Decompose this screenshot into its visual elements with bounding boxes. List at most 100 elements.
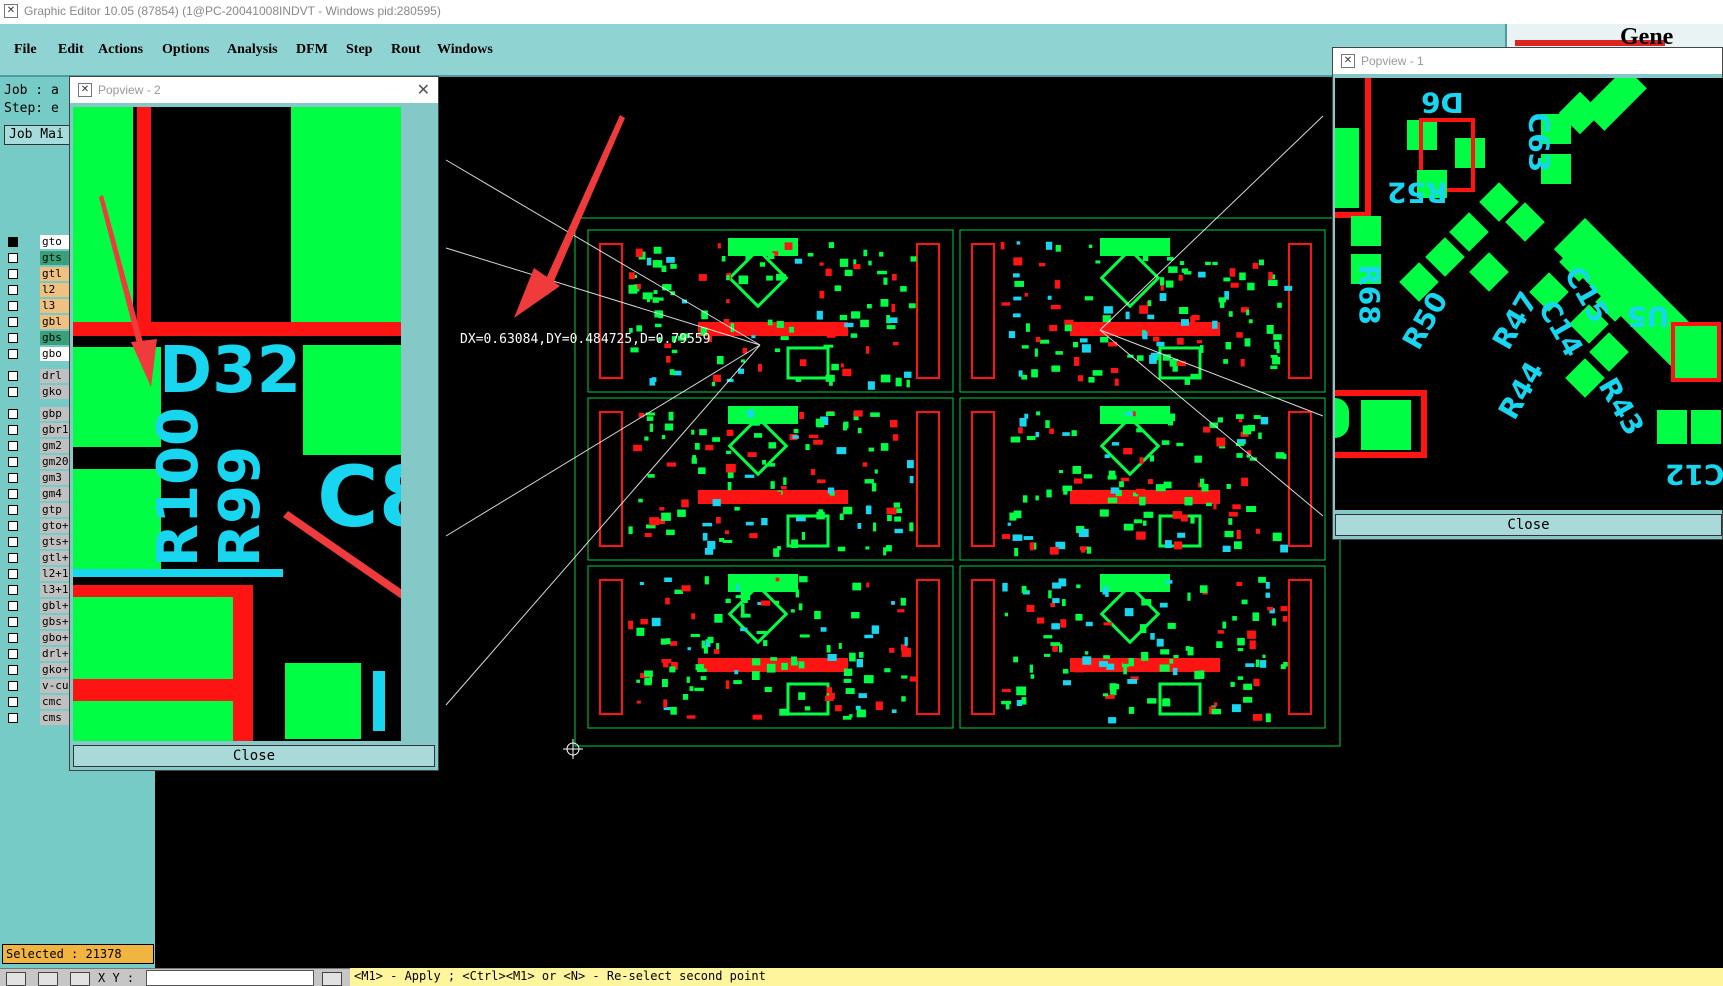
pad xyxy=(1035,337,1041,343)
pad xyxy=(1194,455,1202,463)
pad xyxy=(1007,522,1011,526)
pad xyxy=(1205,261,1211,266)
pad xyxy=(1014,280,1024,287)
pad xyxy=(1135,488,1146,495)
pad xyxy=(1255,528,1260,534)
pad xyxy=(1127,679,1137,684)
pad xyxy=(851,311,861,319)
pad xyxy=(629,272,635,280)
pad xyxy=(1230,282,1239,288)
pad xyxy=(707,540,716,550)
popview-1-view[interactable]: D6 C63 R52 R68 C15 C14 R50 R47 R43 R44 U… xyxy=(1335,78,1723,510)
pad xyxy=(854,410,863,417)
pad xyxy=(1099,661,1108,667)
pad xyxy=(668,411,674,421)
zoom-leader-lines xyxy=(445,115,1324,706)
status-button-3[interactable] xyxy=(70,972,90,986)
pad xyxy=(877,270,887,275)
pad xyxy=(867,304,872,309)
pad xyxy=(906,379,910,388)
popview-1-window: ✕ Popview - 1 D6 C63 R52 R68 C15 C14 R50… xyxy=(1332,47,1723,540)
pad xyxy=(636,700,641,704)
refdes-d6: D6 xyxy=(1421,86,1464,119)
status-button-1[interactable] xyxy=(6,972,26,986)
pad xyxy=(1237,637,1245,646)
pad xyxy=(1239,272,1246,281)
popview-2-titlebar: ✕ Popview - 2 ✕ xyxy=(70,77,438,103)
pad xyxy=(636,627,645,636)
pad xyxy=(1179,261,1185,265)
pad xyxy=(1073,478,1083,484)
popview-2-view[interactable]: D32 R100 R99 C8 xyxy=(73,107,401,741)
pad xyxy=(856,659,863,668)
pad xyxy=(819,290,825,299)
pad xyxy=(1177,337,1184,345)
pad xyxy=(823,344,834,348)
pad xyxy=(1243,683,1253,690)
popview-2-close-button[interactable]: Close xyxy=(73,745,435,767)
pad xyxy=(750,417,760,426)
pad xyxy=(726,275,730,281)
pad xyxy=(1045,420,1050,429)
popview-1-close-button[interactable]: Close xyxy=(1335,514,1722,536)
pad xyxy=(880,374,891,383)
pad xyxy=(1153,336,1160,342)
pad xyxy=(1047,295,1052,300)
pad xyxy=(1083,474,1093,479)
pad xyxy=(1095,260,1101,264)
pad xyxy=(686,676,690,683)
pad xyxy=(1029,664,1033,673)
pad xyxy=(862,462,868,467)
refdes-r50: R50 xyxy=(1395,286,1455,355)
pad xyxy=(857,523,862,529)
pad xyxy=(1230,681,1235,687)
pad xyxy=(1283,661,1288,667)
pad xyxy=(717,243,721,249)
pad xyxy=(716,517,721,524)
pad xyxy=(1273,334,1282,340)
pad xyxy=(1001,700,1012,705)
pad xyxy=(1076,584,1081,589)
pad xyxy=(687,647,691,651)
pad xyxy=(1219,301,1225,308)
pad xyxy=(725,680,730,689)
close-icon[interactable]: ✕ xyxy=(417,80,430,100)
pad xyxy=(774,600,780,604)
pad xyxy=(1224,530,1234,538)
pad xyxy=(1147,314,1155,320)
pad xyxy=(1284,285,1293,291)
pad xyxy=(669,369,675,376)
status-button-4[interactable] xyxy=(322,972,342,986)
pad xyxy=(1088,244,1093,249)
pad xyxy=(740,591,751,600)
pad xyxy=(1128,706,1135,714)
pad xyxy=(1046,489,1052,498)
pad xyxy=(1245,663,1255,667)
popview-2-title: Popview - 2 xyxy=(98,83,161,97)
pad xyxy=(1165,540,1172,549)
status-button-2[interactable] xyxy=(38,972,58,986)
pcb-panel xyxy=(574,217,1341,747)
pad xyxy=(698,274,707,281)
pad xyxy=(1198,271,1206,278)
pad xyxy=(717,356,724,365)
pad xyxy=(760,600,771,606)
pad xyxy=(889,647,895,653)
window-icon: ✕ xyxy=(78,83,92,97)
pad xyxy=(1260,417,1269,425)
pad xyxy=(1035,431,1040,438)
pad xyxy=(713,374,721,382)
pad xyxy=(907,460,914,469)
pad xyxy=(646,416,654,421)
pad xyxy=(798,661,805,669)
pad xyxy=(867,381,875,390)
window-icon: ✕ xyxy=(1341,54,1355,68)
pad xyxy=(794,258,803,264)
pad xyxy=(1142,255,1149,262)
xy-input[interactable] xyxy=(146,970,314,986)
pad xyxy=(698,467,706,474)
pad xyxy=(883,277,888,285)
pad xyxy=(888,317,898,323)
pad xyxy=(1236,581,1243,586)
pad xyxy=(1021,345,1029,349)
